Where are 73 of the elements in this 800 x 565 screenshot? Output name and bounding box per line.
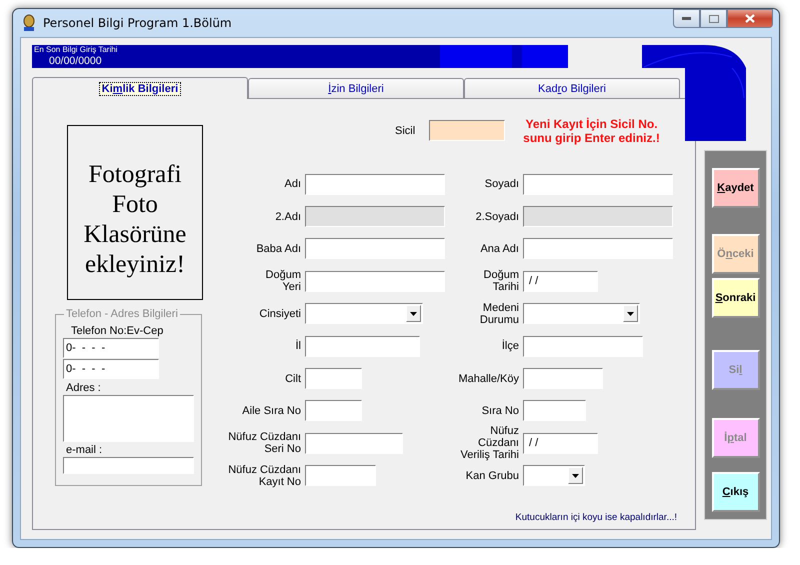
close-icon (745, 14, 755, 23)
field-label: Cilt (284, 372, 301, 385)
text-field[interactable] (305, 368, 362, 390)
text-field[interactable]: / / (523, 270, 598, 292)
minimize-button[interactable] (673, 9, 700, 28)
field-label: Kan Grubu (464, 470, 519, 482)
email-field[interactable] (63, 457, 194, 474)
footer-note: Kutucukların içi koyu ise kapalıdırlar...! (515, 512, 677, 523)
minimize-icon (682, 17, 691, 20)
text-field[interactable] (523, 174, 673, 195)
dropdown-button[interactable] (623, 305, 638, 322)
text-field[interactable] (305, 270, 445, 292)
action-button[interactable]: Sonraki (712, 278, 760, 318)
address-field[interactable] (63, 395, 194, 442)
phone-field[interactable]: 0- - - - (63, 338, 159, 358)
dropdown-field[interactable] (523, 303, 640, 324)
close-button[interactable] (727, 9, 773, 28)
phone-label: Telefon No:Ev-Cep (71, 325, 164, 337)
caret-icon (410, 312, 417, 316)
dropdown-button[interactable] (568, 467, 583, 484)
field-label: Ana Adı (479, 242, 519, 255)
field-label: Mahalle/Köy (457, 372, 519, 385)
field-label: Sıra No (480, 404, 519, 417)
field-label: Adı (283, 178, 301, 190)
app-icon (21, 14, 37, 32)
field-label: Doğum Tarihi (482, 269, 519, 294)
tab[interactable]: Kadro Bilgileri (464, 78, 680, 98)
sicil-field[interactable] (429, 120, 506, 141)
field-label: Soyadı (484, 178, 519, 190)
text-field[interactable] (523, 400, 586, 422)
banner-label: En Son Bilgi Giriş Tarihi (34, 45, 118, 54)
phone-field[interactable]: 0- - - - (63, 359, 159, 379)
caret-icon (627, 312, 634, 316)
group-title: Telefon - Adres Bilgileri (64, 308, 180, 320)
field-label: İl (294, 340, 301, 352)
field-label: Baba Adı (255, 242, 301, 255)
text-field[interactable] (523, 238, 673, 260)
caret-icon (572, 474, 579, 478)
field-label: Doğum Yeri (264, 269, 301, 294)
email-label: e-mail : (66, 444, 104, 456)
text-field[interactable] (305, 432, 403, 454)
field-label: İlçe (500, 340, 519, 352)
text-field[interactable] (305, 465, 376, 486)
tab[interactable]: Kimlik Bilgileri (32, 77, 248, 99)
field-label: Nüfuz Cüzdanı Veriliş Tarihi (460, 425, 519, 462)
field-label: Aile Sıra No (241, 404, 301, 417)
action-button[interactable]: Cıkış (712, 472, 760, 512)
address-label: Adres : (66, 382, 102, 394)
text-field[interactable] (305, 238, 445, 260)
window-title: Personel Bilgi Program 1.Bölüm (43, 16, 232, 30)
tab[interactable]: İzin Bilgileri (248, 78, 464, 98)
text-field[interactable] (305, 336, 420, 357)
text-field[interactable] (305, 174, 445, 195)
field-label: Nüfuz Cüzdanı Seri No (227, 431, 301, 456)
field-label: Medeni Durumu (478, 302, 519, 326)
field-label: Cinsiyeti (258, 308, 301, 320)
field-label: 2.Adı (274, 210, 301, 223)
photo-caption: Fotografi Foto Klasörüne ekleyiniz! (82, 160, 188, 280)
field-label: 2.Soyadı (474, 210, 519, 223)
field-label: Nüfuz Cüzdanı Kayıt No (227, 464, 301, 488)
dropdown-field[interactable] (305, 303, 423, 324)
sicil-label: Sicil (395, 124, 416, 136)
text-field[interactable] (305, 400, 362, 422)
notice-text: Yeni Kayıt İçin Sicil No. sunu girip Enter ediniz.! (523, 116, 660, 144)
action-button[interactable]: Kaydet (712, 168, 760, 208)
dropdown-button[interactable] (406, 305, 421, 322)
maximize-button[interactable] (700, 9, 727, 28)
text-field[interactable]: / / (523, 432, 598, 454)
text-field[interactable] (523, 336, 643, 357)
text-field[interactable] (523, 368, 603, 390)
dropdown-field[interactable] (523, 465, 585, 486)
banner-date: 00/00/0000 (49, 55, 102, 67)
maximize-icon (708, 14, 718, 22)
